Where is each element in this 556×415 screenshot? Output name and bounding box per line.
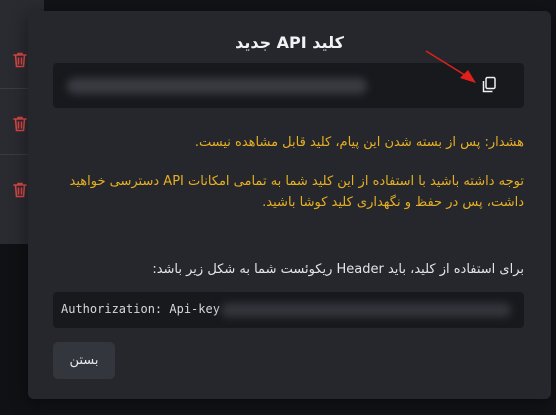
warning-full-access: توجه داشته باشید با استفاده از این کلید …: [69, 174, 524, 210]
copy-icon: [482, 76, 496, 93]
masked-header-key: [221, 303, 511, 317]
arrow-annotation-icon: [425, 50, 476, 83]
new-api-key-dialog: کلید API جدید هشدار: پس از بسته شدن این …: [28, 11, 551, 399]
warning-not-visible-again: هشدار: پس از بسته شدن این پیام، کلید قاب…: [194, 135, 524, 150]
auth-header-example[interactable]: Authorization: Api-key: [53, 292, 524, 328]
masked-api-key: [67, 78, 367, 94]
auth-header-prefix: Authorization: Api-key: [61, 302, 220, 316]
copy-key-button[interactable]: [480, 75, 498, 95]
usage-instructions: برای استفاده از کلید، باید Header ریکوئس…: [152, 262, 524, 277]
trash-icon[interactable]: [11, 181, 29, 199]
trash-icon[interactable]: [11, 51, 29, 69]
close-button[interactable]: بستن: [53, 342, 115, 379]
trash-icon[interactable]: [11, 115, 29, 133]
